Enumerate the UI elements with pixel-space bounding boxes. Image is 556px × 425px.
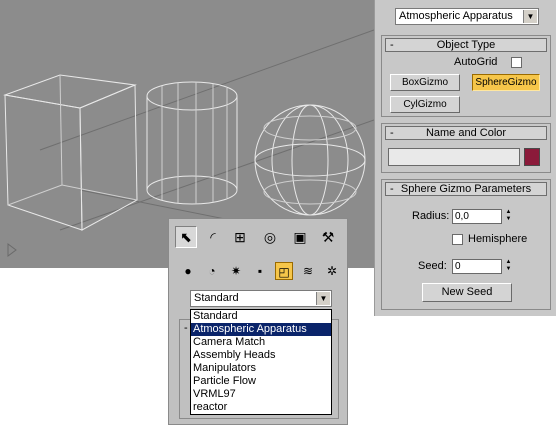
collapse-icon: - (184, 322, 188, 334)
category-dropdown-list[interactable]: Standard Atmospheric Apparatus Camera Ma… (190, 309, 332, 415)
sphere-gizmo-parameters-header[interactable]: - Sphere Gizmo Parameters (385, 182, 547, 196)
object-type-title: Object Type (436, 39, 496, 51)
systems-icon[interactable]: ✲ (323, 262, 341, 280)
hemisphere-checkbox[interactable] (452, 234, 463, 245)
hemisphere-label: Hemisphere (468, 233, 528, 245)
dropdown-option-vrml97[interactable]: VRML97 (191, 388, 331, 401)
dropdown-option-standard[interactable]: Standard (191, 310, 331, 323)
dropdown-option-assembly-heads[interactable]: Assembly Heads (191, 349, 331, 362)
radius-field[interactable]: 0,0 (452, 209, 502, 224)
sphere-gizmo-parameters-rollout: - Sphere Gizmo Parameters Radius: 0,0 ▲ ▼… (381, 179, 551, 310)
seed-label: Seed: (418, 260, 447, 272)
utilities-tab-icon[interactable]: ⚒ (317, 226, 339, 248)
space-warps-icon[interactable]: ≋ (299, 262, 317, 280)
object-color-swatch[interactable] (524, 148, 540, 166)
name-and-color-title: Name and Color (425, 127, 507, 139)
sphere-gizmo-parameters-title: Sphere Gizmo Parameters (400, 183, 532, 195)
motion-tab-icon[interactable]: ◎ (259, 226, 281, 248)
viewport-axis-icon (7, 243, 17, 257)
seed-spinner[interactable]: ▲ ▼ (504, 259, 513, 274)
name-and-color-header[interactable]: - Name and Color (385, 126, 547, 140)
create-panel: Atmospheric Apparatus ▼ - Object Type Au… (374, 0, 556, 316)
helpers-icon[interactable]: ◰ (275, 262, 293, 280)
chevron-down-icon: ▼ (523, 10, 537, 23)
sphere-gizmo-wireframe (254, 104, 366, 216)
cameras-icon[interactable]: ▪ (251, 262, 269, 280)
dropdown-option-reactor[interactable]: reactor (191, 401, 331, 414)
dropdown-option-camera-match[interactable]: Camera Match (191, 336, 331, 349)
modify-tab-icon[interactable]: ◜ (202, 226, 224, 248)
autogrid-checkbox[interactable] (511, 57, 522, 68)
geometry-icon[interactable]: ● (179, 262, 197, 280)
autogrid-label: AutoGrid (454, 56, 498, 68)
new-seed-button[interactable]: New Seed (422, 283, 512, 302)
object-name-field[interactable] (388, 148, 520, 166)
create-tab-icon[interactable]: ⬉ (175, 226, 197, 248)
radius-spinner[interactable]: ▲ ▼ (504, 209, 513, 224)
dropdown-option-atmospheric-apparatus[interactable]: Atmospheric Apparatus (191, 323, 331, 336)
dropdown-option-manipulators[interactable]: Manipulators (191, 362, 331, 375)
dropdown-option-particle-flow[interactable]: Particle Flow (191, 375, 331, 388)
category-dropdown-value: Atmospheric Apparatus (399, 10, 513, 22)
command-category-dropdown[interactable]: Standard ▼ (190, 290, 332, 307)
spheregizmo-button[interactable]: SphereGizmo (472, 74, 540, 91)
cylinder-gizmo-wireframe (146, 81, 238, 205)
radius-label: Radius: (412, 210, 450, 222)
lights-icon[interactable]: ✷ (227, 262, 245, 280)
category-dropdown[interactable]: Atmospheric Apparatus ▼ (395, 8, 539, 25)
command-category-value: Standard (194, 292, 239, 304)
hierarchy-tab-icon[interactable]: ⊞ (229, 226, 251, 248)
object-type-header[interactable]: - Object Type (385, 38, 547, 52)
chevron-down-icon: ▼ (316, 292, 330, 305)
cylgizmo-button[interactable]: CylGizmo (390, 96, 460, 113)
display-tab-icon[interactable]: ▣ (289, 226, 311, 248)
name-and-color-rollout: - Name and Color (381, 123, 551, 173)
seed-field[interactable]: 0 (452, 259, 502, 274)
boxgizmo-button[interactable]: BoxGizmo (390, 74, 460, 91)
shapes-icon[interactable]: ◔ (203, 262, 221, 280)
box-gizmo-wireframe (3, 74, 138, 231)
object-type-rollout: - Object Type AutoGrid BoxGizmo SphereGi… (381, 35, 551, 117)
